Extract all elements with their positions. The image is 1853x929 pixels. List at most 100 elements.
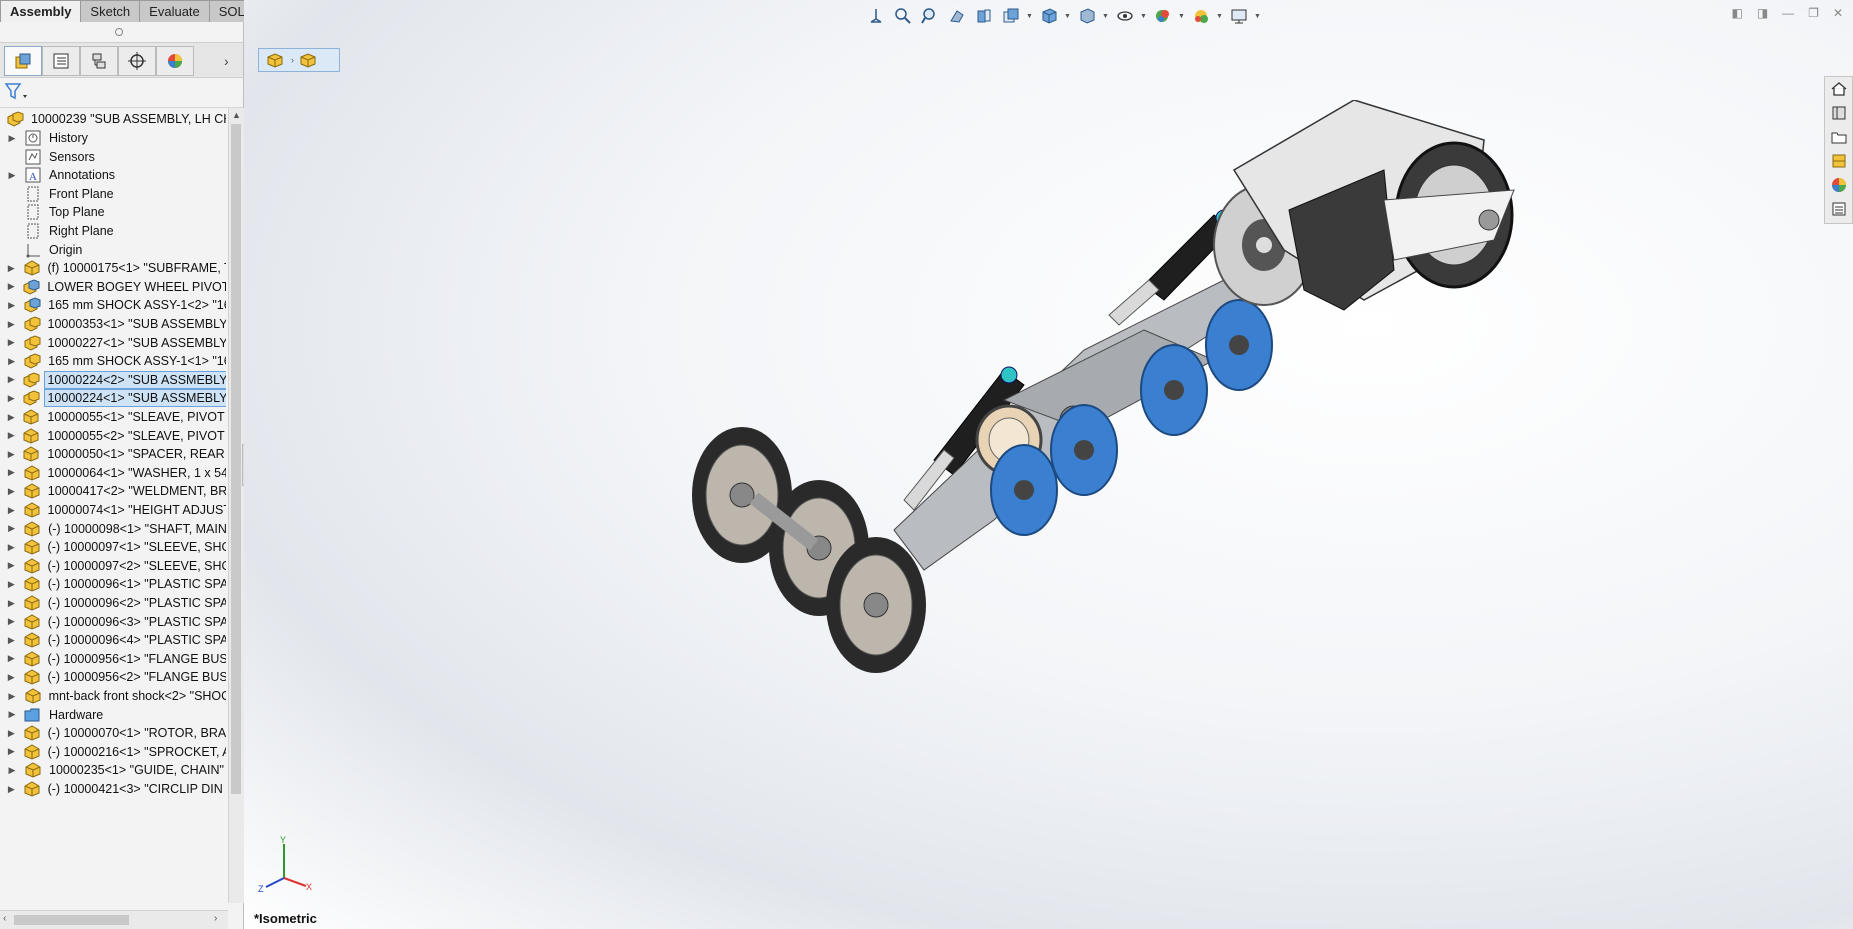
view-settings-button[interactable] (1227, 5, 1251, 27)
property-manager-icon (53, 53, 69, 69)
expand-caret-icon[interactable]: ▶ (6, 300, 17, 311)
tree-item-label: 10000224<2> "SUB ASSMEBLY, LO (44, 370, 226, 389)
tab-assembly[interactable]: Assembly (0, 0, 82, 23)
expand-caret-icon[interactable]: ▶ (6, 635, 17, 646)
assembly-model-view[interactable] (524, 100, 1524, 800)
expand-caret-icon[interactable]: ▶ (6, 430, 16, 441)
section-view-button[interactable] (972, 5, 996, 27)
bogey-wheel[interactable] (1205, 299, 1273, 391)
tree-horizontal-scrollbar[interactable]: ‹ › (0, 910, 228, 929)
view-orientation-cube-button[interactable] (1037, 5, 1061, 27)
previous-view-button[interactable] (945, 5, 969, 27)
breadcrumb[interactable]: › (258, 48, 340, 72)
part-icon (23, 259, 41, 277)
tree-item-label: (-) 10000097<1> "SLEEVE, SHOCK (47, 540, 226, 555)
expand-caret-icon[interactable]: ▶ (6, 374, 16, 385)
expand-caret-icon[interactable]: ▶ (6, 523, 17, 534)
expand-caret-icon[interactable]: ▶ (6, 616, 17, 627)
expand-caret-icon[interactable]: ▶ (6, 412, 16, 423)
expand-caret-icon[interactable]: ▶ (6, 467, 17, 478)
tree-item-label: 10000064<1> "WASHER, 1 x 54 x 6 (47, 465, 226, 480)
triad-y-label: Y (280, 835, 286, 845)
expand-caret-icon[interactable]: ▶ (6, 728, 17, 739)
scroll-up-icon[interactable]: ▲ (232, 110, 241, 120)
front-wheel[interactable] (826, 537, 926, 673)
bogey-wheel[interactable] (1050, 404, 1118, 496)
scroll-left-icon[interactable]: ‹ (3, 913, 6, 924)
tree-item-label: 10000055<2> "SLEAVE, PIVOT SLE (47, 428, 226, 443)
edit-appearance-button[interactable] (1151, 5, 1175, 27)
chevron-down-icon[interactable]: ▼ (1254, 13, 1262, 20)
chevron-down-icon[interactable]: ▼ (1026, 13, 1034, 20)
tile-left-icon[interactable]: ◧ (1731, 6, 1742, 20)
expand-caret-icon[interactable]: ▶ (6, 579, 17, 590)
configuration-manager-tab[interactable] (80, 46, 118, 76)
task-pane-file-explorer[interactable] (1828, 127, 1850, 147)
expand-caret-icon[interactable]: ▶ (6, 542, 17, 553)
expand-caret-icon[interactable]: ▶ (6, 281, 16, 292)
dimxpert-manager-tab[interactable] (118, 46, 156, 76)
folder-icon (24, 706, 42, 724)
chevron-down-icon[interactable]: ▼ (1102, 13, 1110, 20)
chevron-down-icon[interactable]: ▼ (1216, 13, 1224, 20)
dynamic-annotation-button[interactable] (999, 5, 1023, 27)
task-pane-design-library[interactable] (1828, 103, 1850, 123)
part-icon (23, 594, 41, 612)
scrollbar-thumb[interactable] (14, 915, 129, 925)
expand-caret-icon[interactable]: ▶ (6, 560, 17, 571)
filter-icon[interactable] (4, 81, 32, 103)
expand-caret-icon[interactable]: ▶ (6, 337, 17, 348)
expand-caret-icon[interactable]: ▶ (6, 598, 17, 609)
chevron-down-icon[interactable]: ▼ (1178, 13, 1186, 20)
zoom-to-area-button[interactable] (918, 5, 942, 27)
tree-item-label: (-) 10000421<3> "CIRCLIP DIN 471 (47, 782, 226, 796)
chevron-down-icon[interactable]: ▼ (1140, 13, 1148, 20)
expand-caret-icon[interactable]: ▶ (6, 263, 17, 274)
expand-caret-icon[interactable]: ▶ (6, 449, 16, 460)
tree-item[interactable]: ▶ (-) 10000421<3> "CIRCLIP DIN 471 (0, 778, 226, 800)
expand-caret-icon[interactable]: ▶ (6, 170, 18, 181)
display-manager-tab[interactable] (156, 46, 194, 76)
expand-caret-icon[interactable]: ▶ (6, 784, 17, 795)
bogey-wheel[interactable] (990, 444, 1058, 536)
minimize-icon[interactable]: — (1782, 6, 1794, 20)
expand-caret-icon[interactable]: ▶ (6, 133, 18, 144)
chevron-right-icon[interactable]: › (224, 53, 229, 69)
display-style-button[interactable] (1075, 5, 1099, 27)
expand-caret-icon[interactable]: ▶ (6, 691, 18, 702)
task-pane-home[interactable] (1828, 79, 1850, 99)
expand-caret-icon[interactable]: ▶ (6, 356, 17, 367)
graphics-area[interactable]: › ▼ ▼ ▼ ▼ ▼ ▼ ▼ ◧ ◨ — ❐ ✕ Y X Z *Isometr… (244, 0, 1853, 929)
zoom-to-area-icon (921, 8, 935, 24)
tree-vertical-scrollbar[interactable]: ▲ (228, 108, 244, 903)
expand-caret-icon[interactable]: ▶ (6, 765, 18, 776)
tile-right-icon[interactable]: ◨ (1757, 6, 1768, 20)
scrollbar-thumb[interactable] (231, 124, 241, 794)
expand-caret-icon[interactable]: ▶ (6, 653, 17, 664)
expand-caret-icon[interactable]: ▶ (6, 486, 17, 497)
property-manager-tab[interactable] (42, 46, 80, 76)
tab-sketch[interactable]: Sketch (81, 0, 141, 23)
scroll-right-icon[interactable]: › (214, 913, 217, 924)
apply-scene-button[interactable] (1189, 5, 1213, 27)
expand-caret-icon[interactable]: ▶ (6, 746, 17, 757)
expand-caret-icon[interactable]: ▶ (6, 505, 17, 516)
apply-scene-icon (1195, 10, 1208, 23)
expand-caret-icon[interactable]: ▶ (6, 709, 18, 720)
zoom-to-fit-button[interactable] (891, 5, 915, 27)
feature-manager-tab[interactable] (4, 46, 42, 76)
chevron-down-icon[interactable]: ▼ (1064, 13, 1072, 20)
task-pane-view-palette[interactable] (1828, 151, 1850, 171)
expand-caret-icon[interactable]: ▶ (6, 672, 17, 683)
bogey-wheel[interactable] (1140, 344, 1208, 436)
restore-icon[interactable]: ❐ (1808, 6, 1819, 20)
expand-caret-icon[interactable]: ▶ (6, 393, 16, 404)
hide-show-button[interactable] (1113, 5, 1137, 27)
panel-grip[interactable] (115, 28, 123, 36)
task-pane-custom-properties[interactable] (1828, 199, 1850, 219)
view-orientation-button[interactable] (864, 5, 888, 27)
task-pane-appearances[interactable] (1828, 175, 1850, 195)
tab-evaluate[interactable]: Evaluate (140, 0, 210, 23)
close-icon[interactable]: ✕ (1833, 6, 1843, 20)
expand-caret-icon[interactable]: ▶ (6, 319, 17, 330)
